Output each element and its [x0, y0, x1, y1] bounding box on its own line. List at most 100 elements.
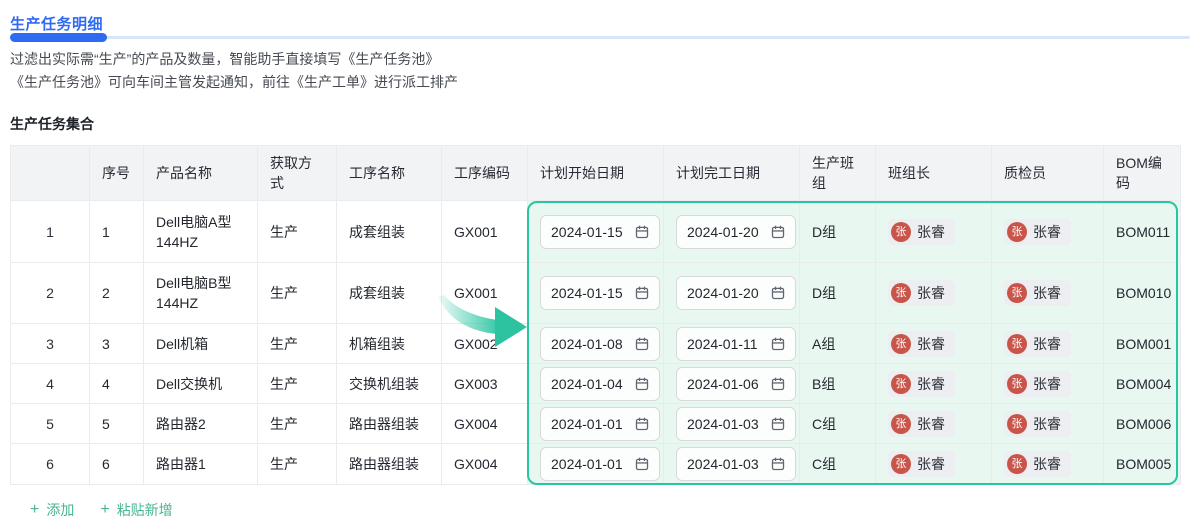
person-name: 张睿 — [1033, 285, 1061, 301]
acquire-mode-cell: 生产 — [257, 443, 337, 485]
calendar-icon — [771, 377, 785, 390]
leader-chip[interactable]: 张 张睿 — [888, 218, 955, 245]
leader-chip[interactable]: 张 张睿 — [888, 370, 955, 397]
production-task-table: 序号 产品名称 获取方式 工序名称 工序编码 计划开始日期 计划完工日期 生产班… — [10, 145, 1181, 485]
person-name: 张睿 — [1033, 415, 1061, 432]
calendar-icon — [635, 286, 649, 300]
person-name: 张睿 — [1033, 375, 1061, 392]
production-task-page: 生产任务明细 过滤出实际需“生产”的产品及数量，智能助手直接填写《生产任务池》 … — [0, 0, 1200, 527]
end-date-cell: 2024-01-03 — [663, 443, 800, 485]
seq-cell: 5 — [89, 403, 144, 444]
end-date-input[interactable]: 2024-01-03 — [676, 406, 796, 441]
avatar: 张 — [891, 454, 911, 474]
end-date-input[interactable]: 2024-01-20 — [676, 276, 796, 310]
person-name: 张睿 — [917, 223, 945, 240]
plus-icon: + — [100, 501, 110, 518]
start-date-input[interactable]: 2024-01-15 — [540, 276, 660, 310]
inspector-chip[interactable]: 张 张睿 — [1004, 218, 1071, 245]
page-title: 生产任务明细 — [10, 16, 104, 33]
table-row: 1 1 Dell电脑A型 144HZ 生产 成套组装 GX001 2024-01… — [10, 200, 1181, 263]
add-row-button[interactable]: + 添加 — [30, 500, 74, 520]
header-team: 生产班组 — [799, 145, 876, 201]
end-date-input[interactable]: 2024-01-20 — [676, 214, 796, 249]
leader-cell: 张 张睿 — [875, 262, 992, 324]
calendar-icon — [771, 337, 785, 350]
inspector-chip[interactable]: 张 张睿 — [1004, 410, 1071, 437]
description-line-1: 过滤出实际需“生产”的产品及数量，智能助手直接填写《生产任务池》 — [10, 51, 440, 67]
person-name: 张睿 — [1033, 335, 1061, 352]
process-name-cell: 路由器组装 — [336, 403, 442, 444]
leader-cell: 张 张睿 — [875, 403, 992, 444]
header-end-date: 计划完工日期 — [663, 145, 800, 201]
header-process: 工序名称 — [336, 145, 442, 201]
bom-code-cell: BOM006 — [1103, 403, 1181, 444]
avatar: 张 — [891, 221, 911, 242]
end-date-input[interactable]: 2024-01-11 — [676, 326, 796, 361]
date-value: 2024-01-08 — [551, 335, 623, 352]
inspector-cell: 张 张睿 — [991, 323, 1104, 364]
calendar-icon — [771, 225, 785, 238]
leader-chip[interactable]: 张 张睿 — [888, 410, 955, 437]
product-name-cell: Dell电脑B型 144HZ — [143, 262, 258, 324]
start-date-input[interactable]: 2024-01-01 — [540, 447, 660, 481]
row-index-cell: 2 — [10, 262, 90, 324]
start-date-cell: 2024-01-01 — [527, 403, 664, 444]
header-seq: 序号 — [89, 145, 144, 201]
team-cell: C组 — [799, 403, 876, 444]
process-name-cell: 成套组装 — [336, 200, 442, 263]
team-cell: C组 — [799, 443, 876, 485]
start-date-input[interactable]: 2024-01-15 — [540, 214, 660, 249]
title-underline-indicator — [10, 33, 107, 42]
table-row: 5 5 路由器2 生产 路由器组装 GX004 2024-01-01 2024-… — [10, 403, 1181, 444]
end-date-input[interactable]: 2024-01-03 — [676, 447, 796, 481]
acquire-mode-cell: 生产 — [257, 363, 337, 404]
header-bom: BOM编码 — [1103, 145, 1181, 201]
section-title: 生产任务集合 — [10, 116, 94, 132]
end-date-input[interactable]: 2024-01-06 — [676, 366, 796, 401]
leader-chip[interactable]: 张 张睿 — [888, 330, 955, 357]
table-row: 4 4 Dell交换机 生产 交换机组装 GX003 2024-01-04 20… — [10, 363, 1181, 404]
table-row: 2 2 Dell电脑B型 144HZ 生产 成套组装 GX001 2024-01… — [10, 262, 1181, 324]
start-date-input[interactable]: 2024-01-08 — [540, 326, 660, 361]
start-date-cell: 2024-01-01 — [527, 443, 664, 485]
inspector-chip[interactable]: 张 张睿 — [1004, 370, 1071, 397]
header-acquire: 获取方式 — [257, 145, 337, 201]
footer-actions: + 添加 + 粘贴新增 — [30, 500, 173, 520]
product-name-cell: 路由器1 — [143, 443, 258, 485]
date-value: 2024-01-15 — [551, 285, 623, 301]
calendar-icon — [771, 286, 785, 300]
avatar: 张 — [1007, 283, 1027, 303]
process-code-cell: GX002 — [441, 323, 528, 364]
leader-chip[interactable]: 张 张睿 — [888, 451, 955, 477]
bom-code-cell: BOM011 — [1103, 200, 1181, 263]
start-date-input[interactable]: 2024-01-01 — [540, 406, 660, 441]
leader-cell: 张 张睿 — [875, 363, 992, 404]
acquire-mode-cell: 生产 — [257, 200, 337, 263]
inspector-chip[interactable]: 张 张睿 — [1004, 330, 1071, 357]
header-inspector: 质检员 — [991, 145, 1104, 201]
leader-chip[interactable]: 张 张睿 — [888, 280, 955, 306]
date-value: 2024-01-20 — [687, 223, 759, 240]
bom-code-cell: BOM004 — [1103, 363, 1181, 404]
inspector-cell: 张 张睿 — [991, 363, 1104, 404]
product-name-cell: 路由器2 — [143, 403, 258, 444]
acquire-mode-cell: 生产 — [257, 403, 337, 444]
inspector-chip[interactable]: 张 张睿 — [1004, 451, 1071, 477]
inspector-chip[interactable]: 张 张睿 — [1004, 280, 1071, 306]
avatar: 张 — [891, 333, 911, 354]
start-date-input[interactable]: 2024-01-04 — [540, 366, 660, 401]
team-cell: B组 — [799, 363, 876, 404]
product-name-cell: Dell电脑A型 144HZ — [143, 200, 258, 263]
paste-add-label: 粘贴新增 — [116, 502, 173, 518]
process-name-cell: 成套组装 — [336, 262, 442, 324]
seq-cell: 2 — [89, 262, 144, 324]
leader-cell: 张 张睿 — [875, 200, 992, 263]
date-value: 2024-01-20 — [687, 285, 759, 301]
inspector-cell: 张 张睿 — [991, 262, 1104, 324]
person-name: 张睿 — [1033, 223, 1061, 240]
leader-cell: 张 张睿 — [875, 323, 992, 364]
team-cell: D组 — [799, 262, 876, 324]
process-code-cell: GX003 — [441, 363, 528, 404]
row-index-cell: 3 — [10, 323, 90, 364]
paste-add-button[interactable]: + 粘贴新增 — [100, 500, 172, 520]
